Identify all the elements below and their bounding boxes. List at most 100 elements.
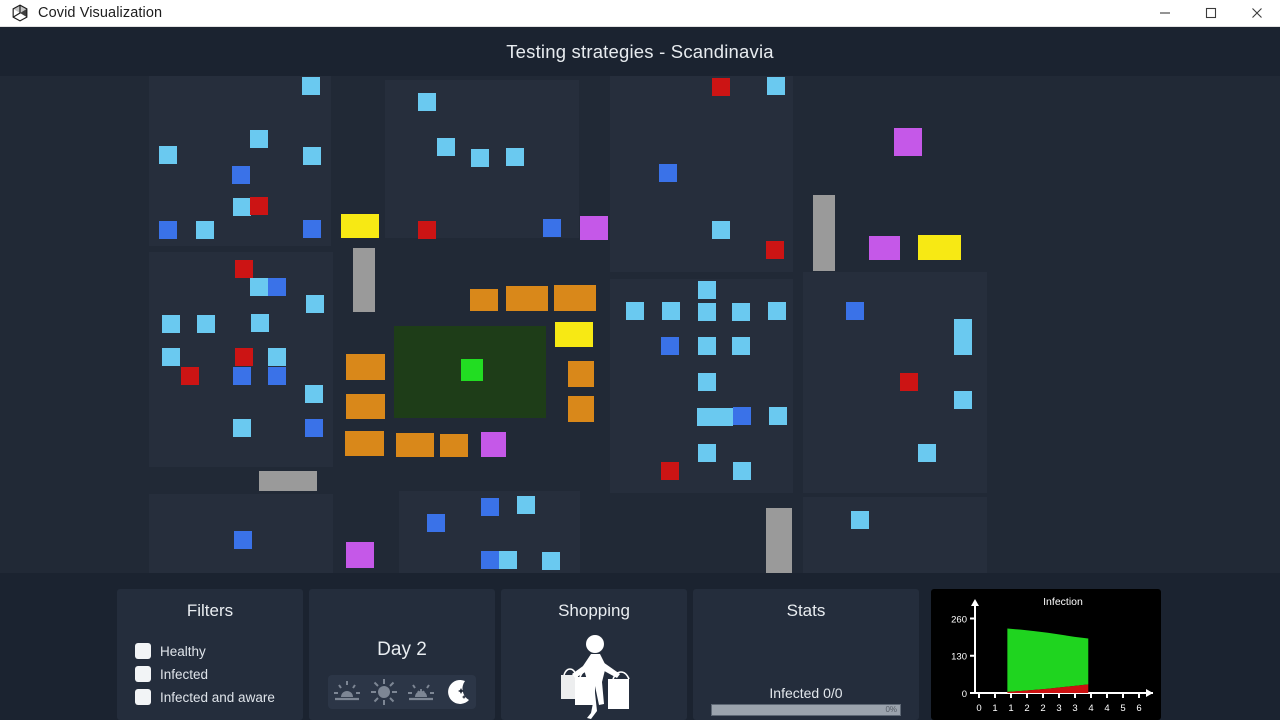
agent-healthy[interactable] bbox=[732, 303, 750, 321]
building-test-center[interactable] bbox=[555, 322, 593, 347]
agent-healthy[interactable] bbox=[954, 391, 972, 409]
building-tower[interactable] bbox=[766, 508, 792, 573]
building-test-center[interactable] bbox=[341, 214, 379, 238]
agent-healthy[interactable] bbox=[851, 511, 869, 529]
agent-healthy[interactable] bbox=[732, 337, 750, 355]
agent-healthy[interactable] bbox=[698, 337, 716, 355]
agent-healthy[interactable] bbox=[162, 315, 180, 333]
agent-healthy[interactable] bbox=[197, 315, 215, 333]
agent-healthy[interactable] bbox=[954, 337, 972, 355]
building-tower[interactable] bbox=[813, 195, 835, 271]
agent-healthy[interactable] bbox=[697, 408, 715, 426]
minimize-button[interactable] bbox=[1142, 0, 1188, 27]
agent-infected[interactable] bbox=[181, 367, 199, 385]
maximize-button[interactable] bbox=[1188, 0, 1234, 27]
agent-infected[interactable] bbox=[661, 462, 679, 480]
agent-healthy[interactable] bbox=[954, 319, 972, 337]
agent-healthy[interactable] bbox=[698, 444, 716, 462]
agent-healthy[interactable] bbox=[698, 281, 716, 299]
building-special[interactable] bbox=[869, 236, 900, 260]
agent-healthy[interactable] bbox=[542, 552, 560, 570]
agent-infected[interactable] bbox=[418, 221, 436, 239]
agent-healthy[interactable] bbox=[162, 348, 180, 366]
building-shop[interactable] bbox=[346, 354, 385, 380]
moon-icon[interactable] bbox=[443, 678, 473, 706]
agent-healthy[interactable] bbox=[233, 198, 251, 216]
agent-healthy[interactable] bbox=[306, 295, 324, 313]
building-special[interactable] bbox=[894, 128, 922, 156]
sun-icon[interactable] bbox=[369, 678, 399, 706]
agent-healthy[interactable] bbox=[250, 130, 268, 148]
building-shop[interactable] bbox=[345, 431, 384, 456]
agent-healthy[interactable] bbox=[250, 278, 268, 296]
agent-aware[interactable] bbox=[303, 220, 321, 238]
agent-healthy[interactable] bbox=[698, 373, 716, 391]
agent-healthy[interactable] bbox=[499, 551, 517, 569]
agent-infected[interactable] bbox=[250, 197, 268, 215]
agent-infected[interactable] bbox=[766, 241, 784, 259]
agent-healthy[interactable] bbox=[437, 138, 455, 156]
filter-row[interactable]: Infected and aware bbox=[135, 689, 303, 705]
agent-healthy[interactable] bbox=[506, 148, 524, 166]
building-shop[interactable] bbox=[568, 396, 594, 422]
agent-aware[interactable] bbox=[481, 551, 499, 569]
building-special[interactable] bbox=[481, 432, 506, 457]
filter-checkbox[interactable] bbox=[135, 666, 151, 682]
simulation-map[interactable] bbox=[0, 76, 1280, 573]
agent-aware[interactable] bbox=[427, 514, 445, 532]
district-block[interactable] bbox=[803, 272, 987, 493]
agent-healthy[interactable] bbox=[517, 496, 535, 514]
agent-healthy[interactable] bbox=[471, 149, 489, 167]
filter-checkbox[interactable] bbox=[135, 643, 151, 659]
agent-healthy[interactable] bbox=[712, 221, 730, 239]
building-special[interactable] bbox=[580, 216, 608, 240]
agent-aware[interactable] bbox=[268, 367, 286, 385]
building-shop[interactable] bbox=[396, 433, 434, 457]
agent-aware[interactable] bbox=[159, 221, 177, 239]
infection-progress-bar[interactable]: 0% bbox=[711, 704, 901, 716]
agent-healthy[interactable] bbox=[769, 407, 787, 425]
agent-healthy[interactable] bbox=[233, 419, 251, 437]
close-button[interactable] bbox=[1234, 0, 1280, 27]
building-shop[interactable] bbox=[554, 285, 596, 311]
agent-aware[interactable] bbox=[481, 498, 499, 516]
building-tower[interactable] bbox=[353, 248, 375, 312]
filter-row[interactable]: Healthy bbox=[135, 643, 303, 659]
building-shop[interactable] bbox=[506, 286, 548, 311]
agent-healthy[interactable] bbox=[268, 348, 286, 366]
agent-healthy[interactable] bbox=[768, 302, 786, 320]
building-tower[interactable] bbox=[259, 471, 317, 491]
agent-healthy[interactable] bbox=[196, 221, 214, 239]
agent-healthy[interactable] bbox=[303, 147, 321, 165]
agent-healthy[interactable] bbox=[302, 77, 320, 95]
agent-infected[interactable] bbox=[712, 78, 730, 96]
agent-infected[interactable] bbox=[900, 373, 918, 391]
time-of-day-bar[interactable] bbox=[328, 675, 476, 709]
filter-checkbox[interactable] bbox=[135, 689, 151, 705]
agent-aware[interactable] bbox=[661, 337, 679, 355]
agent-healthy[interactable] bbox=[733, 462, 751, 480]
filter-row[interactable]: Infected bbox=[135, 666, 303, 682]
agent-aware[interactable] bbox=[268, 278, 286, 296]
agent-infected[interactable] bbox=[235, 348, 253, 366]
sunset-icon[interactable] bbox=[406, 678, 436, 706]
agent-aware[interactable] bbox=[659, 164, 677, 182]
agent-infected[interactable] bbox=[235, 260, 253, 278]
building-test-center[interactable] bbox=[918, 235, 961, 260]
agent-healthy[interactable] bbox=[305, 385, 323, 403]
building-special[interactable] bbox=[346, 542, 374, 568]
agent-healthy[interactable] bbox=[159, 146, 177, 164]
agent-healthy[interactable] bbox=[698, 303, 716, 321]
agent-aware[interactable] bbox=[232, 166, 250, 184]
agent-aware[interactable] bbox=[846, 302, 864, 320]
building-shop[interactable] bbox=[568, 361, 594, 387]
building-shop[interactable] bbox=[470, 289, 498, 311]
agent-healthy[interactable] bbox=[918, 444, 936, 462]
building-shop[interactable] bbox=[440, 434, 468, 457]
sunrise-icon[interactable] bbox=[332, 678, 362, 706]
district-block[interactable] bbox=[803, 497, 987, 573]
agent-aware[interactable] bbox=[733, 407, 751, 425]
agent-healthy[interactable] bbox=[418, 93, 436, 111]
agent-aware[interactable] bbox=[234, 531, 252, 549]
agent-healthy[interactable] bbox=[715, 408, 733, 426]
